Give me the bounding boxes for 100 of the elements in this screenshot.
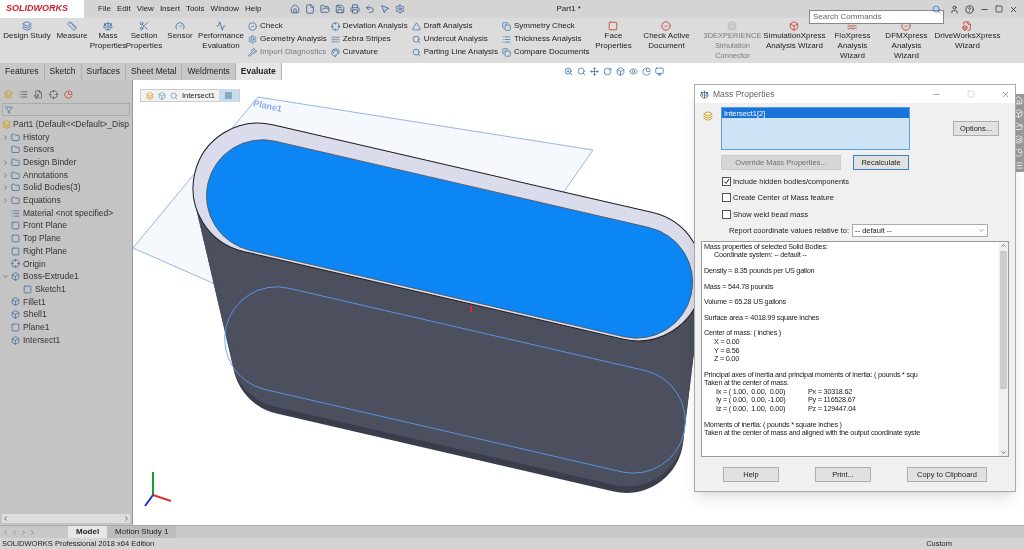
ribbon-button[interactable]: Sensor (162, 21, 198, 41)
appearance-tab-icon[interactable] (64, 90, 73, 99)
undo-icon[interactable] (364, 4, 375, 14)
tree-item[interactable]: Design Binder (23, 156, 77, 169)
help-icon[interactable] (965, 4, 974, 14)
ribbon-button[interactable]: Curvature (330, 47, 408, 57)
collapse-icon[interactable] (2, 273, 9, 281)
menu-item[interactable]: Help (245, 3, 262, 15)
previous-tab-icon[interactable] (11, 528, 18, 536)
close-icon[interactable] (1001, 89, 1010, 99)
horizontal-scrollbar[interactable] (2, 514, 130, 523)
new-file-icon[interactable] (304, 4, 315, 14)
vertical-scrollbar[interactable] (999, 241, 1008, 456)
property-tab-icon[interactable] (19, 90, 28, 99)
open-icon[interactable] (319, 4, 330, 14)
menu-item[interactable]: Window (210, 3, 240, 15)
tree-item[interactable]: Sketch1 (35, 282, 66, 296)
pointer-icon[interactable] (379, 4, 390, 14)
ribbon-button[interactable]: Thickness Analysis (501, 34, 590, 44)
tree-item[interactable]: Material <not specified> (23, 206, 114, 220)
checkbox[interactable] (722, 177, 731, 187)
ribbon-button[interactable]: Draft Analysis (411, 21, 498, 31)
first-tab-icon[interactable] (2, 528, 9, 536)
view-cube-icon[interactable] (616, 67, 625, 76)
ribbon-button[interactable]: Performance Evaluation (198, 21, 244, 51)
filter-field[interactable] (2, 103, 130, 116)
menu-item[interactable]: Edit (116, 3, 131, 15)
ribbon-button[interactable]: Parting Line Analysis (411, 47, 498, 57)
settings-icon[interactable] (394, 4, 405, 14)
ribbon-button[interactable]: Undercut Analysis (411, 34, 498, 44)
search-field[interactable]: Search Commands (809, 9, 944, 24)
parts-icon[interactable] (1013, 109, 1023, 118)
tree-item[interactable]: Solid Bodies(3) (23, 181, 81, 195)
library-icon[interactable] (1013, 135, 1023, 144)
close-icon[interactable] (1009, 4, 1018, 14)
home-icon[interactable] (289, 4, 300, 14)
ribbon-button[interactable]: Section Properties (126, 21, 162, 51)
ribbon-tab[interactable]: Evaluate (235, 63, 282, 80)
tree-item[interactable]: Right Plane (23, 244, 67, 258)
ribbon-button[interactable]: Mass Properties (90, 21, 126, 51)
folder-icon[interactable] (1013, 122, 1023, 131)
document-tab[interactable]: Model (68, 526, 108, 538)
expand-icon[interactable] (2, 184, 9, 192)
expand-icon[interactable] (2, 158, 9, 166)
tree-item[interactable]: Shell1 (23, 308, 47, 322)
tree-item[interactable]: Plane1 (23, 320, 50, 334)
next-tab-icon[interactable] (20, 528, 27, 536)
expand-icon[interactable] (2, 171, 9, 179)
ribbon-button[interactable]: Face Properties (595, 21, 632, 51)
tree-item[interactable]: Annotations (23, 168, 68, 182)
display-icon[interactable] (655, 67, 664, 76)
ribbon-button[interactable]: Design Study (0, 21, 54, 41)
zoom-area-icon[interactable] (577, 67, 586, 76)
menu-item[interactable]: File (98, 3, 111, 15)
menu-item[interactable]: Insert (159, 3, 180, 15)
properties-icon[interactable] (1013, 161, 1023, 170)
home-view-icon[interactable] (1013, 96, 1023, 105)
user-icon[interactable] (950, 4, 959, 14)
menu-item[interactable]: View (136, 3, 154, 15)
ribbon-button[interactable]: Compare Documents (501, 47, 590, 57)
ribbon-button[interactable]: Check (248, 21, 327, 31)
checkbox[interactable] (722, 193, 731, 203)
tree-item[interactable]: Intersect1 (23, 333, 61, 347)
tree-item[interactable]: Boss-Extrude1 (23, 270, 79, 283)
dimension-tab-icon[interactable] (49, 90, 58, 99)
ribbon-button[interactable]: Symmetry Check (501, 21, 590, 31)
checkbox[interactable] (722, 209, 731, 219)
tree-item[interactable]: Origin (23, 257, 46, 271)
save-icon[interactable] (334, 4, 345, 14)
ribbon-button[interactable]: Zebra Stripes (330, 34, 408, 44)
ribbon-button[interactable]: Check Active Document (631, 21, 702, 51)
pan-icon[interactable] (590, 67, 599, 76)
last-tab-icon[interactable] (29, 528, 36, 536)
tree-item[interactable]: History (23, 130, 50, 144)
visibility-icon[interactable] (629, 67, 638, 76)
cube-icon (11, 310, 20, 320)
ribbon-button[interactable]: Measure (54, 21, 90, 41)
tree-item[interactable]: Part1 (Default<<Default>_Disp (13, 117, 129, 131)
ribbon-button[interactable]: Geometry Analysis (248, 34, 327, 44)
folder-icon (11, 183, 20, 193)
tree-item[interactable]: Sensors (23, 143, 55, 157)
ribbon-button[interactable]: FloXpress Analysis Wizard (825, 21, 880, 61)
ribbon-button[interactable]: Deviation Analysis (330, 21, 408, 31)
maximize-icon[interactable] (995, 5, 1003, 13)
tree-item[interactable]: Top Plane (23, 232, 61, 245)
menu-item[interactable]: Tools (185, 3, 205, 15)
rotate-icon[interactable] (603, 67, 612, 76)
ribbon-button[interactable]: DriveWorksXpress Wizard (933, 21, 1002, 51)
expand-icon[interactable] (2, 133, 9, 141)
configuration-tab-icon[interactable] (34, 90, 43, 99)
ribbon-button[interactable]: DFMXpress Analysis Wizard (879, 21, 934, 61)
document-tab[interactable]: Motion Study 1 (107, 526, 177, 538)
ribbon-button[interactable]: SimulationXpress Analysis Wizard (763, 21, 826, 51)
print-icon[interactable] (349, 4, 360, 14)
zoom-icon[interactable] (564, 67, 573, 76)
tree-item[interactable]: Front Plane (23, 219, 67, 233)
expand-icon[interactable] (2, 196, 9, 204)
tree-item[interactable]: Fillet1 (23, 295, 46, 309)
appearance-icon[interactable] (642, 67, 651, 76)
tree-item[interactable]: Equations (23, 194, 61, 207)
